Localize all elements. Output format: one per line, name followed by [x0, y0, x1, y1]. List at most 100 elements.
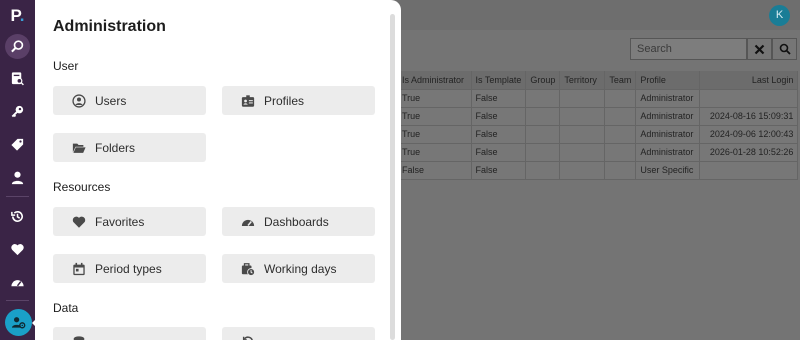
cell-last-login: 2024-08-16 15:09:31	[699, 107, 799, 126]
cell-group	[525, 161, 561, 180]
table-row[interactable]: True False Administrator	[398, 89, 799, 108]
cell-profile: Administrator	[635, 143, 701, 162]
search-button[interactable]	[772, 38, 797, 60]
cell-team	[604, 89, 637, 108]
search-icon	[779, 43, 791, 55]
cell-is-template: False	[471, 107, 527, 126]
admin-item-label: Profiles	[264, 93, 305, 108]
admin-item-sync[interactable]	[222, 327, 375, 340]
table-row[interactable]: True False Administrator 2026-01-28 10:5…	[398, 143, 799, 162]
table-row[interactable]: True False Administrator 2024-09-06 12:0…	[398, 125, 799, 144]
cell-group	[525, 107, 561, 126]
rail-dashboards[interactable]	[6, 271, 29, 294]
left-rail: P.	[0, 0, 35, 340]
cell-profile: User Specific	[635, 161, 701, 180]
search-input[interactable]: Search	[630, 38, 747, 60]
column-header-last-login[interactable]: Last Login	[699, 71, 799, 90]
cell-is-administrator: True	[398, 143, 472, 162]
report-search-icon	[11, 72, 24, 86]
id-card-icon	[241, 94, 255, 108]
cell-team	[604, 125, 637, 144]
admin-item-label: Period types	[95, 261, 162, 276]
dashboard-icon	[11, 280, 24, 287]
cell-last-login: 2026-01-28 10:52:26	[699, 143, 799, 162]
cell-group	[525, 89, 561, 108]
user-icon	[11, 171, 24, 185]
admin-item-favorites[interactable]: Favorites	[53, 207, 206, 236]
heart-icon	[72, 215, 86, 229]
cell-is-template: False	[471, 125, 527, 144]
rail-reports[interactable]	[6, 67, 29, 90]
cell-last-login	[699, 89, 799, 108]
column-header-profile[interactable]: Profile	[635, 71, 701, 90]
admin-item-label: Dashboards	[264, 214, 329, 229]
rail-contacts[interactable]	[6, 166, 29, 189]
column-header-is-template[interactable]: Is Template	[471, 71, 527, 90]
admin-item-label: Working days	[264, 261, 337, 276]
administration-panel: Administration User Users Profiles Folde…	[35, 0, 401, 340]
cell-profile: Administrator	[635, 89, 701, 108]
briefcase-clock-icon	[241, 262, 255, 276]
cell-is-administrator: True	[398, 107, 472, 126]
panel-scrollbar[interactable]	[390, 14, 395, 340]
column-header-group[interactable]: Group	[525, 71, 561, 90]
section-heading-data: Data	[53, 301, 79, 315]
rail-tags[interactable]	[6, 133, 29, 156]
cell-is-template: False	[471, 161, 527, 180]
database-icon	[72, 335, 86, 340]
rail-history[interactable]	[6, 205, 29, 228]
admin-item-dashboards[interactable]: Dashboards	[222, 207, 375, 236]
cell-is-administrator: True	[398, 89, 472, 108]
cell-profile: Administrator	[635, 125, 701, 144]
admin-item-period-types[interactable]: Period types	[53, 254, 206, 283]
section-heading-user: User	[53, 59, 79, 73]
folder-open-icon	[72, 141, 86, 155]
administration-icon	[11, 317, 26, 329]
table-row[interactable]: True False Administrator 2024-08-16 15:0…	[398, 107, 799, 126]
cell-is-template: False	[471, 89, 527, 108]
cell-territory	[559, 125, 606, 144]
rail-search[interactable]	[5, 34, 30, 59]
cell-last-login: 2024-09-06 12:00:43	[699, 125, 799, 144]
rail-administration[interactable]	[5, 309, 32, 336]
panel-title: Administration	[53, 18, 166, 35]
table-header-row: Is Administrator Is Template Group Terri…	[398, 71, 799, 90]
users-table: Is Administrator Is Template Group Terri…	[398, 71, 799, 180]
cell-territory	[559, 107, 606, 126]
section-heading-resources: Resources	[53, 180, 111, 194]
cell-profile: Administrator	[635, 107, 701, 126]
rail-favorites[interactable]	[6, 238, 29, 261]
column-header-team[interactable]: Team	[604, 71, 637, 90]
table-row[interactable]: False False User Specific	[398, 161, 799, 180]
calendar-icon	[72, 262, 86, 276]
rail-access[interactable]	[6, 100, 29, 123]
admin-item-folders[interactable]: Folders	[53, 133, 206, 162]
user-circle-icon	[72, 93, 86, 108]
tags-icon	[11, 138, 24, 151]
close-icon	[754, 44, 765, 54]
admin-item-database[interactable]	[53, 327, 206, 340]
key-icon	[11, 105, 24, 118]
user-avatar[interactable]: K	[769, 5, 790, 26]
history-icon	[11, 210, 23, 222]
rail-divider	[6, 300, 29, 301]
cell-team	[604, 161, 637, 180]
column-header-territory[interactable]: Territory	[559, 71, 606, 90]
admin-item-label: Users	[95, 93, 127, 108]
admin-item-label: Folders	[95, 140, 136, 155]
search-icon	[11, 40, 24, 53]
cell-last-login	[699, 161, 799, 180]
admin-item-profiles[interactable]: Profiles	[222, 86, 375, 115]
clear-search-button[interactable]	[747, 38, 772, 60]
cell-territory	[559, 161, 606, 180]
sync-icon	[241, 335, 255, 340]
admin-item-users[interactable]: Users	[53, 86, 206, 115]
gauge-icon	[241, 215, 255, 229]
cell-group	[525, 125, 561, 144]
column-header-is-administrator[interactable]: Is Administrator	[398, 71, 472, 90]
admin-item-working-days[interactable]: Working days	[222, 254, 375, 283]
cell-territory	[559, 89, 606, 108]
app-logo[interactable]: P.	[7, 5, 28, 26]
cell-territory	[559, 143, 606, 162]
cell-team	[604, 107, 637, 126]
